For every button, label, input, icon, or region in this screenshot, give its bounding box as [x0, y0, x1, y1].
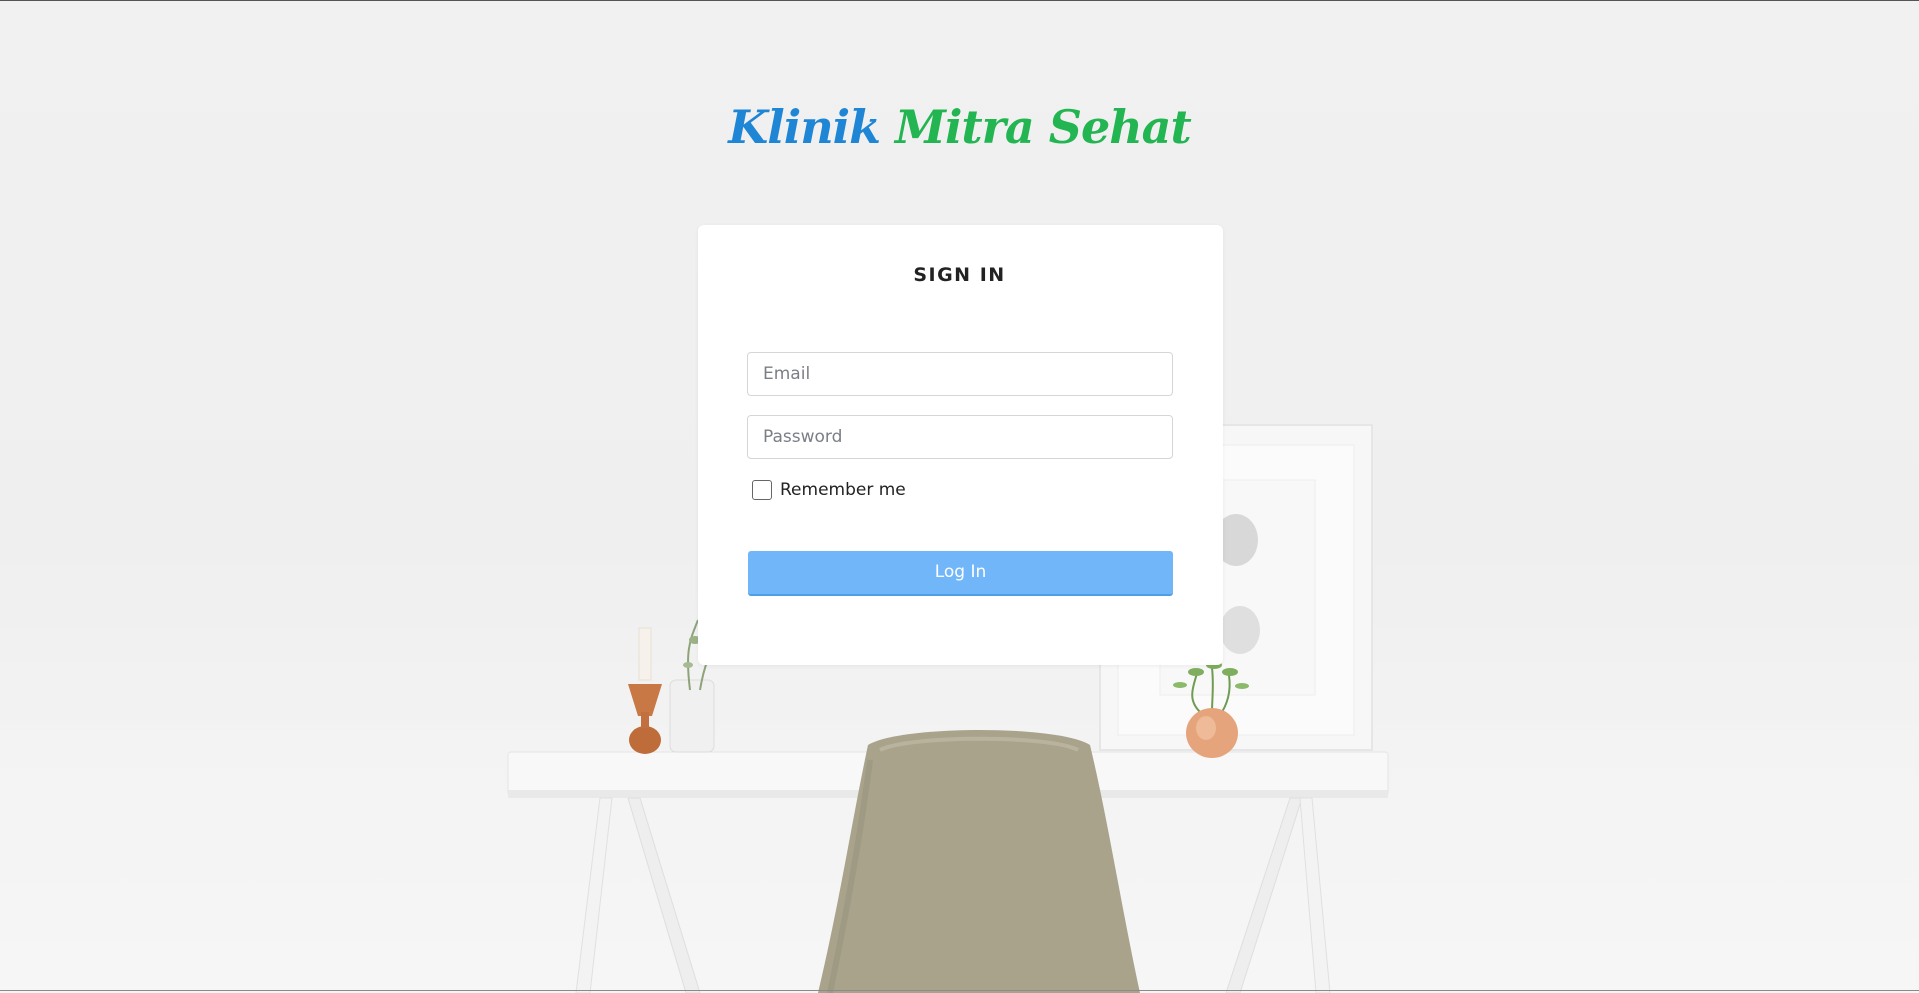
signin-title: SIGN IN	[913, 264, 1006, 286]
candle-holder	[628, 627, 662, 754]
email-input[interactable]	[747, 352, 1173, 396]
login-button[interactable]: Log In	[748, 551, 1173, 596]
password-input[interactable]	[747, 415, 1173, 459]
remember-me-label: Remember me	[780, 480, 906, 500]
brand-logo: Klinik Mitra Sehat	[0, 100, 1919, 154]
remember-me-checkbox[interactable]	[752, 480, 772, 500]
brand-word-mitra-sehat: Mitra Sehat	[895, 100, 1192, 154]
chair	[818, 730, 1140, 993]
login-page: Klinik Mitra Sehat SIGN IN Remember me L…	[0, 0, 1919, 993]
brand-word-klinik: Klinik	[728, 100, 881, 154]
bottom-border	[0, 990, 1919, 991]
remember-me-row[interactable]: Remember me	[752, 480, 906, 500]
